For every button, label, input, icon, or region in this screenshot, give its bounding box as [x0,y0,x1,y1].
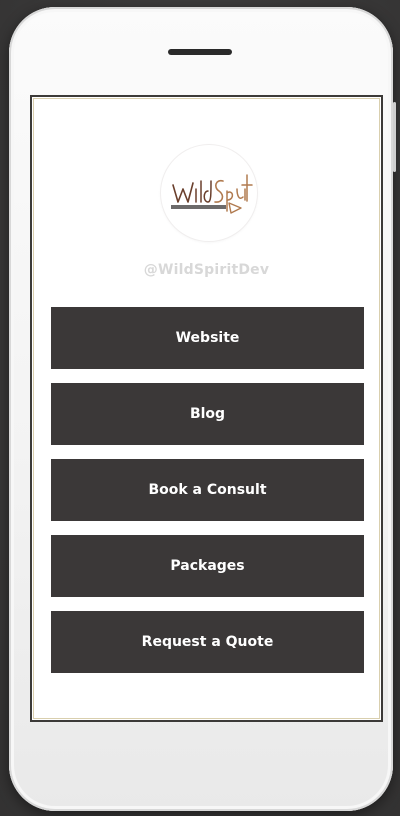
phone-side-button [393,102,396,172]
phone-frame: @WildSpiritDev Website Blog Book a Consu… [9,7,396,811]
mockup-background: @WildSpiritDev Website Blog Book a Consu… [0,0,400,816]
blog-link-button[interactable]: Blog [51,383,364,445]
request-quote-link-button[interactable]: Request a Quote [51,611,364,673]
website-link-button[interactable]: Website [51,307,364,369]
phone-screen: @WildSpiritDev Website Blog Book a Consu… [30,95,383,722]
wild-spirit-logo-icon [171,174,253,214]
screen-content: @WildSpiritDev Website Blog Book a Consu… [33,98,380,719]
packages-link-button[interactable]: Packages [51,535,364,597]
profile-handle: @WildSpiritDev [143,262,270,278]
book-consult-link-button[interactable]: Book a Consult [51,459,364,521]
link-list: Website Blog Book a Consult Packages Req… [51,307,364,673]
phone-speaker [168,49,232,55]
profile-logo[interactable] [161,145,257,241]
